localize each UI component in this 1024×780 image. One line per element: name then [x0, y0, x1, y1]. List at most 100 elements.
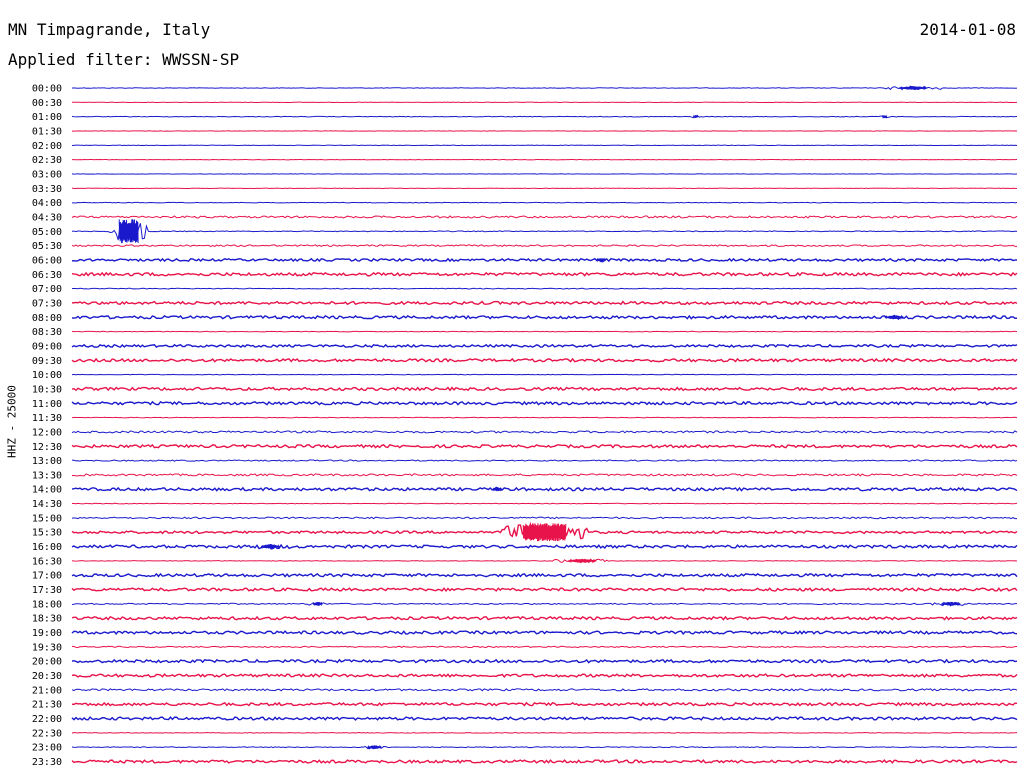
time-tick-label: 23:00 [32, 743, 62, 754]
time-tick-label: 10:30 [32, 384, 62, 395]
trace-2030 [71, 673, 1018, 679]
time-tick-label: 13:00 [32, 456, 62, 467]
trace-0800 [71, 314, 1018, 321]
time-tick-label: 16:30 [32, 556, 62, 567]
time-tick-label: 15:00 [32, 513, 62, 524]
trace-0400 [71, 201, 1018, 204]
trace-0930 [71, 357, 1018, 363]
time-tick-label: 14:30 [32, 499, 62, 510]
time-tick-label: 20:30 [32, 671, 62, 682]
event-burst-0500-0 [118, 219, 139, 244]
event-burst-1630-0 [568, 558, 597, 564]
event-burst-0100-0 [693, 114, 699, 119]
trace-1500 [71, 516, 1018, 520]
trace-1930 [71, 645, 1018, 649]
trace-1830 [71, 615, 1018, 621]
event-burst-0600-0 [596, 257, 607, 263]
trace-2300 [71, 745, 1018, 750]
trace-1800 [71, 602, 1018, 607]
time-tick-label: 08:00 [32, 313, 62, 324]
time-tick-label: 05:00 [32, 227, 62, 238]
time-tick-label: 19:30 [32, 642, 62, 653]
time-tick-label: 06:00 [32, 255, 62, 266]
time-tick-label: 03:00 [32, 169, 62, 180]
time-tick-label: 17:30 [32, 585, 62, 596]
time-tick-label: 21:00 [32, 685, 62, 696]
trace-0700 [71, 287, 1018, 290]
time-tick-label: 22:00 [32, 714, 62, 725]
time-tick-label: 12:00 [32, 427, 62, 438]
time-tick-label: 10:00 [32, 370, 62, 381]
trace-2100 [71, 688, 1018, 692]
trace-1630 [71, 558, 1018, 564]
trace-1100 [71, 400, 1018, 406]
trace-0430 [71, 215, 1018, 219]
trace-0000 [71, 85, 1018, 91]
event-burst-1800-1 [941, 601, 961, 607]
trace-1300 [71, 459, 1018, 462]
trace-1330 [71, 473, 1018, 477]
time-tick-label: 01:00 [32, 112, 62, 123]
time-tick-label: 16:00 [32, 542, 62, 553]
trace-1030 [71, 386, 1018, 392]
time-tick-label: 03:30 [32, 184, 62, 195]
time-tick-label: 18:00 [32, 599, 62, 610]
time-tick-label: 11:00 [32, 399, 62, 410]
time-tick-label: 14:00 [32, 485, 62, 496]
trace-2000 [71, 658, 1018, 664]
event-burst-0000-0 [898, 85, 928, 91]
time-tick-label: 09:00 [32, 341, 62, 352]
time-tick-label: 07:00 [32, 284, 62, 295]
time-tick-label: 02:00 [32, 141, 62, 152]
time-tick-label: 20:00 [32, 657, 62, 668]
time-tick-label: 02:30 [32, 155, 62, 166]
event-burst-1530-0 [522, 523, 567, 542]
trace-2230 [71, 732, 1018, 734]
trace-1430 [71, 502, 1018, 505]
trace-1230 [71, 443, 1018, 449]
trace-0500 [71, 221, 1018, 242]
time-tick-label: 12:30 [32, 442, 62, 453]
time-tick-label: 00:30 [32, 98, 62, 109]
trace-1000 [71, 373, 1018, 376]
time-tick-label: 21:30 [32, 700, 62, 711]
trace-2330 [71, 759, 1018, 764]
event-burst-0800-0 [884, 314, 904, 320]
time-tick-label: 15:30 [32, 528, 62, 539]
time-tick-label: 07:30 [32, 298, 62, 309]
helicorder-plot: 00:00 00:30 01:00 01:30 02:00 02:30 03:00 03:30… [32, 84, 1018, 768]
time-tick-label: 18:30 [32, 614, 62, 625]
trace-1730 [71, 587, 1018, 593]
trace-0600 [71, 257, 1018, 263]
time-tick-label: 04:00 [32, 198, 62, 209]
trace-0830 [71, 330, 1018, 333]
time-tick-label: 22:30 [32, 728, 62, 739]
trace-0530 [71, 244, 1018, 247]
trace-0100 [71, 115, 1018, 119]
time-tick-label: 01:30 [32, 126, 62, 137]
time-tick-label: 19:00 [32, 628, 62, 639]
trace-1130 [71, 416, 1018, 419]
time-tick-label: 06:30 [32, 270, 62, 281]
time-tick-label: 23:30 [32, 757, 62, 768]
time-tick-label: 05:30 [32, 241, 62, 252]
trace-1700 [71, 572, 1018, 578]
trace-1200 [71, 430, 1018, 434]
trace-1600 [71, 543, 1018, 550]
event-burst-1800-0 [312, 601, 323, 607]
trace-0630 [71, 271, 1018, 277]
trace-2130 [71, 701, 1018, 707]
trace-2200 [71, 716, 1018, 721]
time-tick-label: 11:30 [32, 413, 62, 424]
time-tick-label: 08:30 [32, 327, 62, 338]
trace-0730 [71, 300, 1018, 306]
trace-1900 [71, 630, 1018, 635]
trace-1400 [71, 486, 1018, 492]
event-burst-0100-1 [882, 114, 888, 120]
time-tick-label: 00:00 [32, 84, 62, 95]
time-tick-label: 09:30 [32, 356, 62, 367]
time-tick-label: 13:30 [32, 470, 62, 481]
time-tick-label: 04:30 [32, 212, 62, 223]
trace-0900 [71, 343, 1018, 349]
time-tick-label: 17:00 [32, 571, 62, 582]
